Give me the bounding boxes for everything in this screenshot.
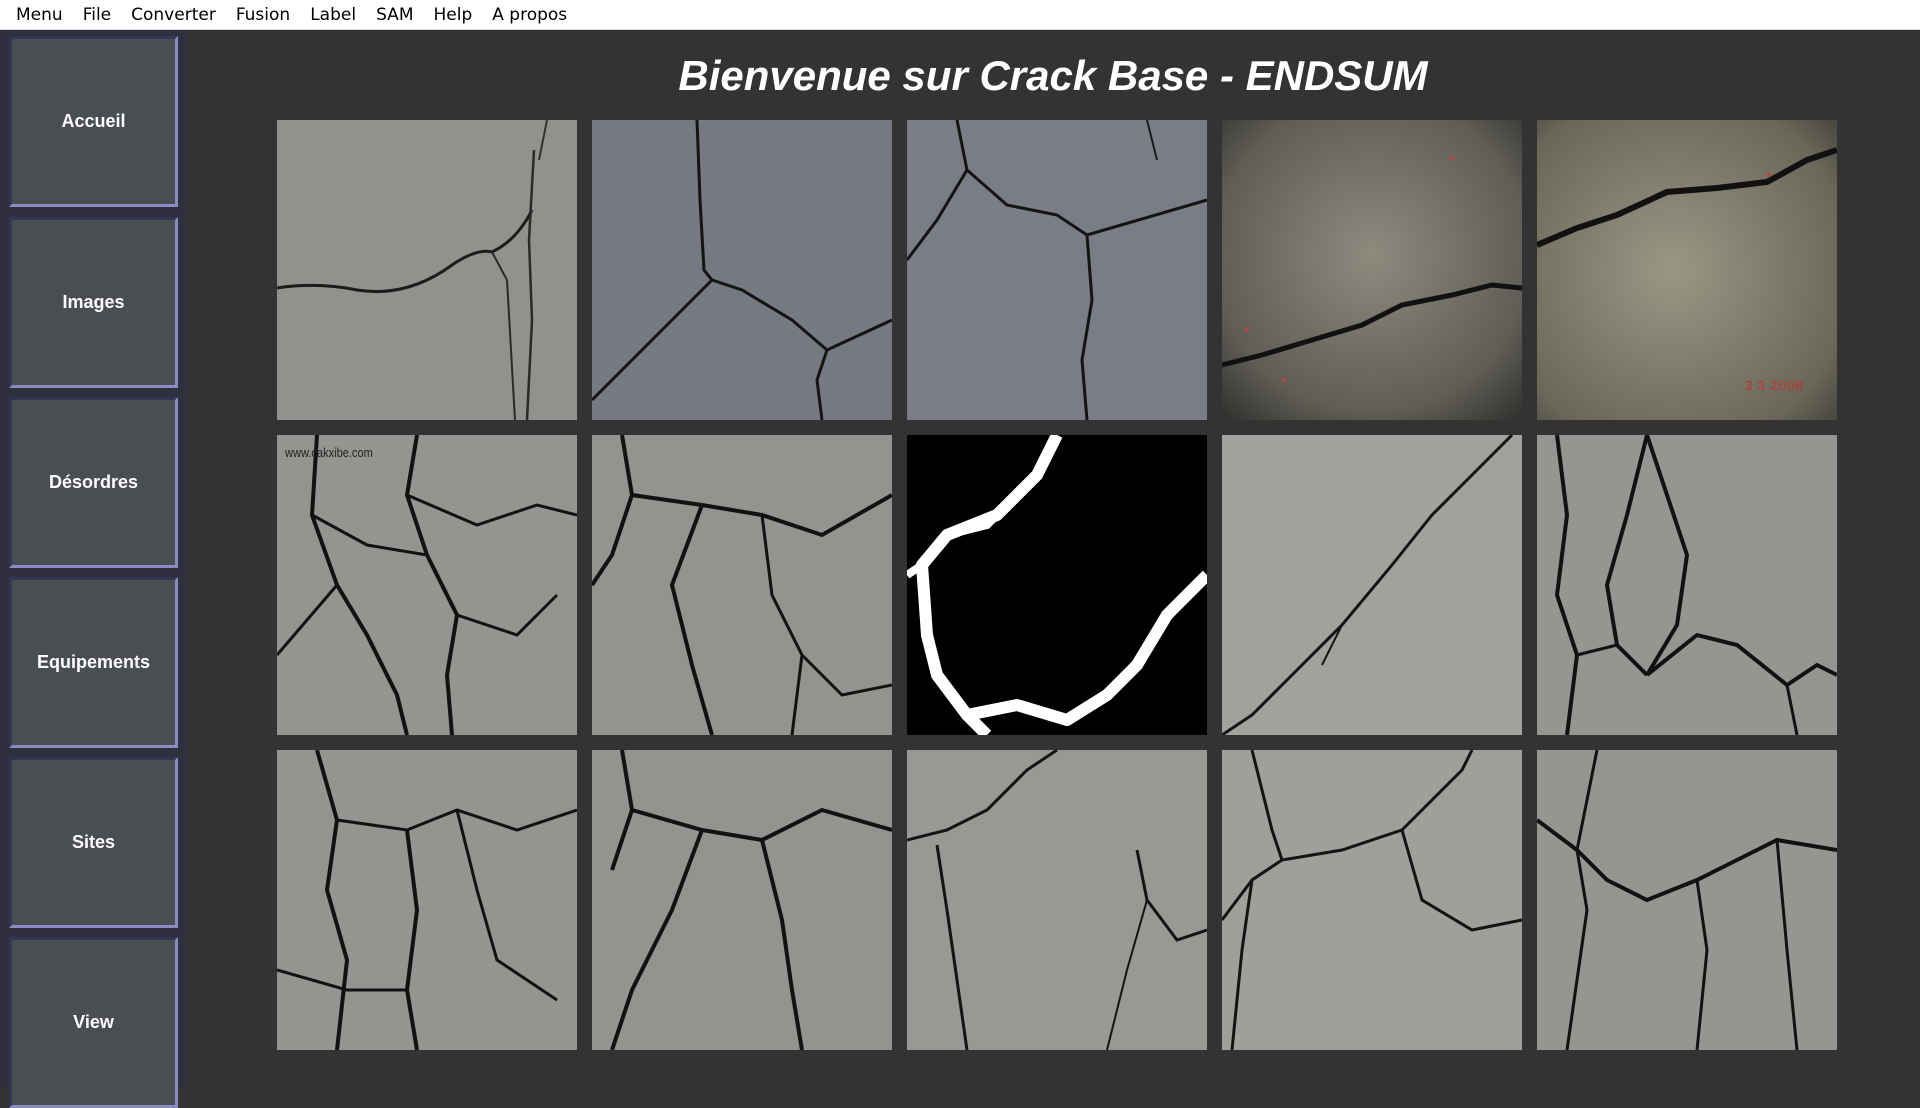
crack-image-1[interactable] bbox=[277, 120, 577, 420]
menu-item-fusion[interactable]: Fusion bbox=[226, 0, 300, 30]
sidebar-button-desordres[interactable]: Désordres bbox=[9, 397, 178, 568]
crack-image-9[interactable] bbox=[1222, 435, 1522, 735]
date-stamp: 3 3 2008 bbox=[1745, 378, 1804, 393]
crack-image-13[interactable] bbox=[907, 750, 1207, 1050]
crack-image-10[interactable] bbox=[1537, 435, 1837, 735]
menu-item-menu[interactable]: Menu bbox=[6, 0, 73, 30]
crack-image-2[interactable] bbox=[592, 120, 892, 420]
menu-item-sam[interactable]: SAM bbox=[366, 0, 423, 30]
sidebar-button-view[interactable]: View bbox=[9, 937, 178, 1108]
crack-mask-image[interactable] bbox=[907, 435, 1207, 735]
crack-image-7[interactable] bbox=[592, 435, 892, 735]
crack-image-5[interactable]: 3 3 2008 bbox=[1537, 120, 1837, 420]
menu-item-help[interactable]: Help bbox=[423, 0, 482, 30]
page-title: Bienvenue sur Crack Base - ENDSUM bbox=[678, 52, 1428, 99]
crack-image-14[interactable] bbox=[1222, 750, 1522, 1050]
sidebar-button-equipements[interactable]: Equipements bbox=[9, 577, 178, 748]
menu-item-label[interactable]: Label bbox=[300, 0, 366, 30]
watermark-text: www.cakxibe.com bbox=[285, 445, 373, 460]
crack-image-11[interactable] bbox=[277, 750, 577, 1050]
menu-item-file[interactable]: File bbox=[73, 0, 121, 30]
sidebar-button-accueil[interactable]: Accueil bbox=[9, 36, 178, 207]
sidebar: Accueil Images Désordres Equipements Sit… bbox=[0, 30, 186, 1108]
crack-image-3[interactable] bbox=[907, 120, 1207, 420]
crack-image-12[interactable] bbox=[592, 750, 892, 1050]
menu-item-a-propos[interactable]: A propos bbox=[482, 0, 577, 30]
sidebar-button-images[interactable]: Images bbox=[9, 217, 178, 388]
crack-image-6[interactable]: www.cakxibe.com bbox=[277, 435, 577, 735]
crack-image-15[interactable] bbox=[1537, 750, 1837, 1050]
menu-item-converter[interactable]: Converter bbox=[121, 0, 226, 30]
menu-bar: Menu File Converter Fusion Label SAM Hel… bbox=[0, 0, 1920, 30]
crack-image-4[interactable] bbox=[1222, 120, 1522, 420]
image-gallery: 3 3 2008 www.cakxibe.com bbox=[277, 120, 1837, 1050]
sidebar-button-sites[interactable]: Sites bbox=[9, 757, 178, 928]
